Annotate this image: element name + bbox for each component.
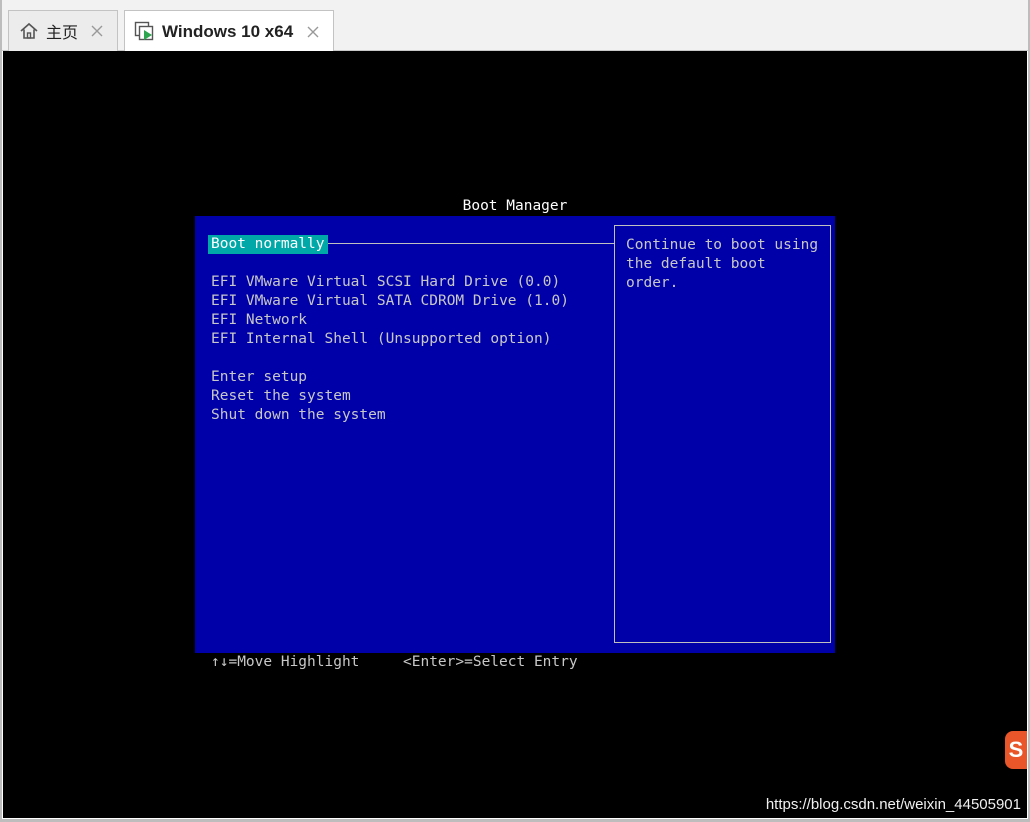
close-icon[interactable] — [303, 22, 323, 42]
help-box: Continue to boot using the default boot … — [614, 225, 831, 643]
menu-item-reset-system[interactable]: Reset the system — [208, 387, 354, 406]
tab-bar: 主页 Windows 10 x64 — [0, 0, 1030, 52]
menu-item-internal-shell[interactable]: EFI Internal Shell (Unsupported option) — [208, 330, 554, 349]
tab-home[interactable]: 主页 — [8, 10, 118, 51]
menu-item-efi-network[interactable]: EFI Network — [208, 311, 310, 330]
menu-item-shut-down[interactable]: Shut down the system — [208, 406, 389, 425]
close-icon[interactable] — [87, 21, 107, 41]
help-text: Continue to boot using the default boot … — [626, 237, 819, 291]
boot-manager-panel: Boot normally EFI VMware Virtual SCSI Ha… — [195, 216, 835, 653]
tab-vm[interactable]: Windows 10 x64 — [124, 10, 334, 52]
tab-home-label: 主页 — [46, 25, 79, 42]
boot-manager-title: Boot Manager — [462, 198, 568, 214]
menu-item-enter-setup[interactable]: Enter setup — [208, 368, 310, 387]
watermark: https://blog.csdn.net/weixin_44505901 — [765, 796, 1021, 813]
selection-line — [323, 243, 614, 244]
footer-move-hint: ↑↓=Move Highlight — [211, 654, 360, 670]
footer-select-hint: <Enter>=Select Entry — [403, 654, 578, 670]
csdn-logo-icon: S — [1005, 731, 1027, 769]
vm-console[interactable]: Boot Manager Boot normally EFI VMware Vi… — [3, 51, 1027, 818]
home-icon — [18, 20, 40, 42]
tab-vm-label: Windows 10 x64 — [162, 21, 294, 41]
menu-item-scsi-hard-drive[interactable]: EFI VMware Virtual SCSI Hard Drive (0.0) — [208, 273, 563, 292]
menu-item-boot-normally[interactable]: Boot normally — [208, 235, 328, 254]
vm-icon — [134, 21, 156, 43]
menu-item-sata-cdrom[interactable]: EFI VMware Virtual SATA CDROM Drive (1.0… — [208, 292, 572, 311]
